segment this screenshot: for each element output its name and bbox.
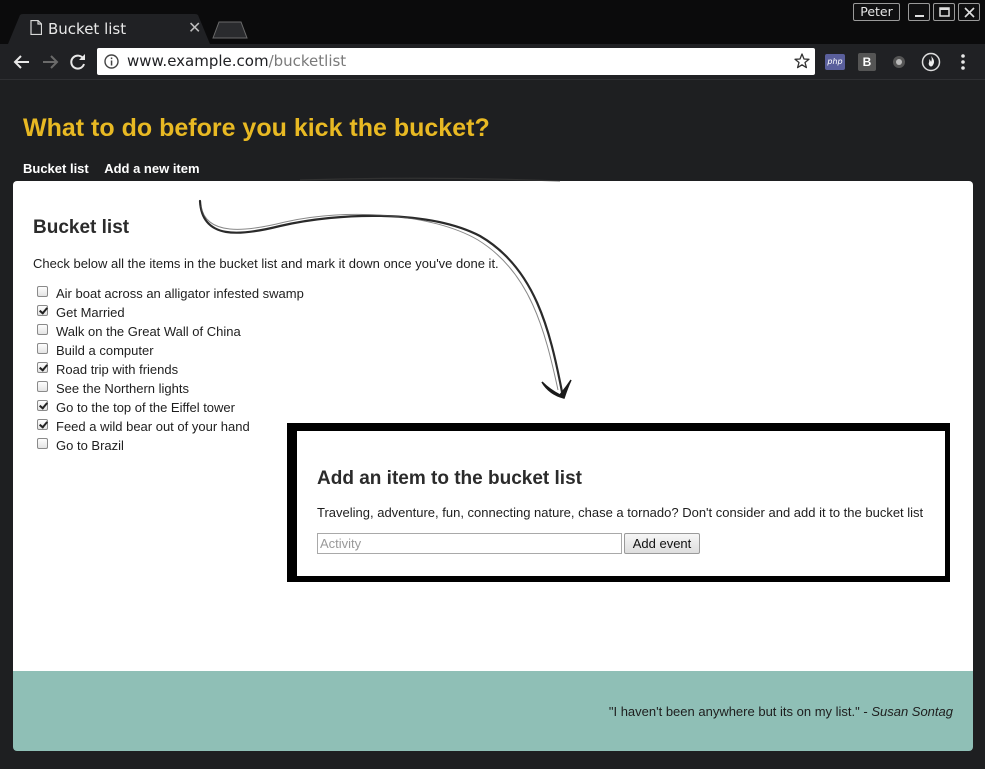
item-checkbox[interactable] (37, 304, 48, 316)
item-checkbox[interactable] (37, 380, 48, 392)
bucket-list-heading: Bucket list (33, 217, 130, 238)
tab-bucket-list[interactable]: Bucket list ✕ (8, 14, 210, 44)
url-text: www.example.com/bucketlist (127, 52, 346, 70)
minimize-icon (915, 15, 924, 17)
item-label: Go to Brazil (56, 438, 124, 453)
tab-close-icon[interactable]: ✕ (188, 18, 201, 38)
list-item: Build a computer (37, 341, 304, 360)
list-item: Go to Brazil (37, 436, 304, 455)
b-extension-icon[interactable]: B (857, 52, 877, 72)
item-checkbox[interactable] (37, 437, 48, 449)
fire-extension-icon[interactable] (921, 52, 941, 72)
close-icon (964, 7, 975, 18)
quote-author: Susan Sontag (871, 704, 953, 719)
b-extension-label: B (858, 53, 876, 71)
php-extension-icon[interactable]: php (825, 52, 845, 72)
forward-arrow-icon[interactable] (40, 52, 60, 72)
add-item-panel: Add an item to the bucket list Traveling… (287, 423, 950, 582)
bucket-list-description: Check below all the items in the bucket … (33, 256, 499, 271)
maximize-icon (939, 7, 950, 17)
c-extension-icon[interactable] (889, 52, 909, 72)
quote-text: "I haven't been anywhere but its on my l… (608, 704, 872, 719)
back-arrow-icon[interactable] (12, 52, 32, 72)
item-checkbox[interactable] (37, 361, 48, 373)
item-label: See the Northern lights (56, 381, 189, 396)
new-tab-button[interactable] (212, 21, 248, 39)
php-extension-label: php (825, 54, 845, 70)
tab-title: Bucket list (48, 20, 127, 38)
add-event-button[interactable]: Add event (624, 533, 700, 554)
site-nav: Bucket list Add a new item (23, 160, 211, 178)
page-title: What to do before you kick the bucket? (23, 114, 490, 142)
item-checkbox[interactable] (37, 342, 48, 354)
bookmark-star-icon[interactable] (794, 53, 810, 69)
item-label: Air boat across an alligator infested sw… (56, 286, 304, 301)
minimize-button[interactable] (908, 3, 930, 21)
item-checkbox[interactable] (37, 418, 48, 430)
activity-input[interactable] (317, 533, 622, 554)
close-window-button[interactable] (958, 3, 980, 21)
list-item: Go to the top of the Eiffel tower (37, 398, 304, 417)
list-item: Feed a wild bear out of your hand (37, 417, 304, 436)
nav-link-bucket-list[interactable]: Bucket list (23, 161, 89, 176)
item-label: Road trip with friends (56, 362, 179, 377)
item-checkbox[interactable] (37, 285, 48, 297)
add-item-description: Traveling, adventure, fun, connecting na… (317, 505, 924, 520)
item-label: Get Married (56, 305, 125, 320)
list-item: See the Northern lights (37, 379, 304, 398)
list-item: Air boat across an alligator infested sw… (37, 284, 304, 303)
item-label: Feed a wild bear out of your hand (56, 419, 250, 434)
bucket-list: Air boat across an alligator infested sw… (37, 284, 304, 455)
list-item: Road trip with friends (37, 360, 304, 379)
add-item-heading: Add an item to the bucket list (317, 468, 582, 489)
item-label: Build a computer (56, 343, 154, 358)
kebab-menu-icon[interactable] (955, 53, 971, 73)
list-item: Get Married (37, 303, 304, 322)
reload-icon[interactable] (68, 52, 88, 72)
url-host: www.example.com (127, 52, 269, 70)
url-path: /bucketlist (268, 52, 347, 70)
profile-button[interactable]: Peter (853, 3, 900, 21)
footer-quote: "I haven't been anywhere but its on my l… (609, 704, 953, 719)
browser-titlebar: Bucket list ✕ Peter (0, 0, 985, 44)
list-item: Walk on the Great Wall of China (37, 322, 304, 341)
footer: "I haven't been anywhere but its on my l… (13, 671, 973, 751)
maximize-button[interactable] (933, 3, 955, 21)
address-bar[interactable]: www.example.com/bucketlist (97, 48, 815, 75)
item-label: Go to the top of the Eiffel tower (56, 400, 235, 415)
page-icon (30, 20, 42, 35)
add-item-inner: Add an item to the bucket list Traveling… (297, 431, 945, 576)
item-checkbox[interactable] (37, 323, 48, 335)
item-checkbox[interactable] (37, 399, 48, 411)
item-label: Walk on the Great Wall of China (56, 324, 241, 339)
main-panel: Bucket list Check below all the items in… (13, 181, 973, 671)
nav-link-add-item[interactable]: Add a new item (104, 161, 199, 176)
browser-toolbar: www.example.com/bucketlist php B (0, 44, 985, 80)
info-icon[interactable] (104, 54, 119, 69)
